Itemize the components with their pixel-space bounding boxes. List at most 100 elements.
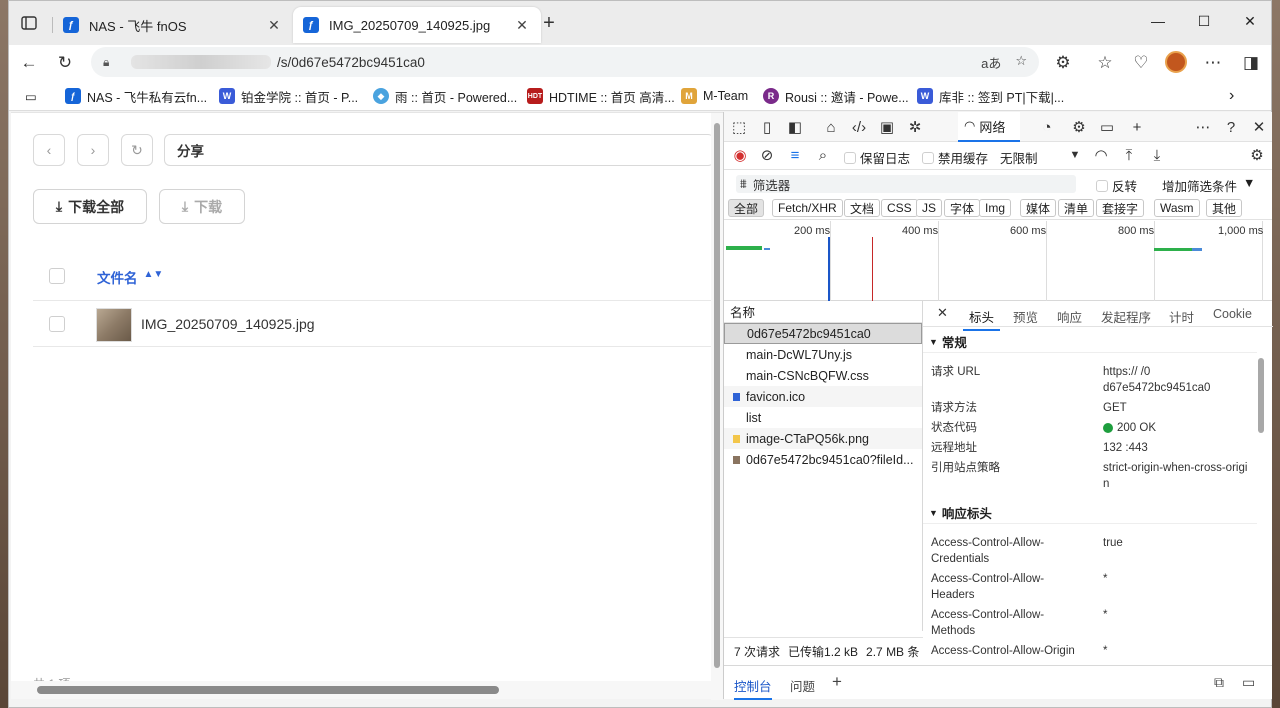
row-checkbox[interactable] <box>49 316 65 332</box>
maximize-icon[interactable]: ☐ <box>1181 7 1227 35</box>
close-devtools-icon[interactable]: ✕ <box>1248 117 1270 137</box>
console-icon[interactable]: ▣ <box>876 117 898 137</box>
tab-timing[interactable]: 计时 <box>1169 307 1194 326</box>
tab-actions-icon[interactable] <box>17 11 41 35</box>
bookmark-platinum[interactable]: W 铂金学院 :: 首页 - P... <box>219 86 358 106</box>
invert-checkbox[interactable] <box>1096 179 1108 192</box>
request-row[interactable]: 0d67e5472bc9451ca0 <box>724 323 922 344</box>
refresh-button[interactable]: ↻ <box>121 134 153 166</box>
type-filter-chip[interactable]: 媒体 <box>1020 199 1057 217</box>
throttle-select[interactable]: 无限制 <box>1000 148 1038 167</box>
add-tool-icon[interactable]: + <box>1126 117 1148 137</box>
favorite-star-icon[interactable]: ☆ <box>1015 53 1027 72</box>
bookmark-hdtime[interactable]: HDT HDTIME :: 首页 高清... <box>527 86 675 106</box>
lock-icon[interactable]: 🔒︎ <box>103 55 123 70</box>
read-aloud-icon[interactable]: aあ <box>981 53 1001 72</box>
page-horizontal-scrollbar[interactable] <box>11 681 711 699</box>
more-menu-icon[interactable]: ⋯ <box>1199 49 1227 77</box>
type-filter-chip[interactable]: 文档 <box>844 199 881 217</box>
new-tab-icon[interactable]: + <box>537 11 561 35</box>
dock-icon[interactable]: ◧ <box>784 117 806 137</box>
tab-preview[interactable]: 预览 <box>1013 307 1038 326</box>
tab-nas[interactable]: ƒ NAS - 飞牛 fnOS ✕ <box>53 7 293 43</box>
filename-column-header[interactable]: 文件名 ▲▼ <box>97 267 163 287</box>
network-conditions-icon[interactable]: ◠ <box>1090 145 1112 165</box>
type-filter-chip[interactable]: Wasm <box>1154 199 1200 217</box>
help-icon[interactable]: ? <box>1220 117 1242 137</box>
bookmark-rousi[interactable]: R Rousi :: 邀请 - Powe... <box>763 86 909 106</box>
tab-cookies[interactable]: Cookie <box>1213 307 1252 321</box>
minimize-icon[interactable]: — <box>1135 7 1181 35</box>
type-filter-chip[interactable]: 字体 <box>944 199 981 217</box>
add-drawer-tab-icon[interactable]: + <box>832 672 842 692</box>
tab-initiator[interactable]: 发起程序 <box>1101 307 1151 326</box>
bookmark-mteam[interactable]: M M-Team <box>681 86 748 106</box>
download-button[interactable]: ⤓ 下载 <box>159 189 245 224</box>
tab-headers[interactable]: 标头 <box>963 307 1001 331</box>
elements-icon[interactable]: ‹/› <box>848 117 870 137</box>
bookmarks-overflow-icon[interactable]: › <box>1229 86 1234 106</box>
preserve-log-checkbox[interactable] <box>844 151 856 164</box>
tab-response[interactable]: 响应 <box>1057 307 1082 326</box>
back-nav-button[interactable]: ‹ <box>33 134 65 166</box>
response-headers-section-header[interactable]: ▼ 响应标头 <box>923 502 1257 524</box>
request-row[interactable]: list <box>724 407 922 428</box>
tab-image[interactable]: ƒ IMG_20250709_140925.jpg ✕ <box>293 7 541 43</box>
type-filter-chip[interactable]: Fetch/XHR <box>772 199 843 217</box>
record-icon[interactable]: ◉ <box>729 145 751 165</box>
performance-icon[interactable]: ◔ <box>1036 117 1058 137</box>
type-filter-chip[interactable]: 其他 <box>1206 199 1243 217</box>
inspect-element-icon[interactable]: ⬚ <box>728 117 750 137</box>
filter-toggle-icon[interactable]: ≡ <box>784 145 806 165</box>
close-detail-icon[interactable]: ✕ <box>937 305 948 321</box>
reload-icon[interactable]: ↻ <box>51 49 79 77</box>
type-filter-chip[interactable]: 清单 <box>1058 199 1095 217</box>
scroll-thumb[interactable] <box>1258 358 1264 433</box>
collapse-drawer-icon[interactable]: ▭ <box>1242 674 1255 691</box>
chevron-down-icon[interactable]: ▼ <box>1064 145 1086 165</box>
close-tab-icon[interactable]: ✕ <box>513 16 531 34</box>
table-row[interactable]: IMG_20250709_140925.jpg <box>33 301 715 347</box>
scroll-thumb[interactable] <box>714 123 720 668</box>
bookmarks-folder-icon[interactable]: ▭ <box>25 86 37 106</box>
detail-scrollbar[interactable] <box>1256 348 1266 658</box>
preserve-log-toggle[interactable]: 保留日志 <box>844 148 910 167</box>
select-all-checkbox[interactable] <box>49 268 65 284</box>
disable-cache-toggle[interactable]: 禁用缓存 <box>922 148 988 167</box>
import-har-icon[interactable]: ⤒ <box>1118 145 1140 165</box>
clear-icon[interactable]: ⊘ <box>756 145 778 165</box>
tab-issues[interactable]: 问题 <box>790 676 815 695</box>
type-filter-chip[interactable]: 套接字 <box>1096 199 1145 217</box>
device-emulation-icon[interactable]: ▯ <box>756 117 778 137</box>
request-row[interactable]: main-CSNcBQFW.css <box>724 365 922 386</box>
more-tools-icon[interactable]: ⋯ <box>1192 117 1214 137</box>
type-filter-chip[interactable]: JS <box>916 199 943 217</box>
search-icon[interactable]: ⌕ <box>812 145 834 165</box>
tab-console[interactable]: 控制台 <box>734 676 772 700</box>
close-window-icon[interactable]: ✕ <box>1227 7 1273 35</box>
sources-bug-icon[interactable]: ✲ <box>904 117 926 137</box>
browser-essentials-icon[interactable]: ♡ <box>1127 49 1155 77</box>
scroll-thumb[interactable] <box>37 686 499 694</box>
invert-toggle[interactable]: 反转 <box>1096 176 1137 195</box>
profile-avatar[interactable] <box>1165 51 1187 73</box>
export-har-icon[interactable]: ⤓ <box>1146 145 1168 165</box>
type-filter-chip[interactable]: Img <box>979 199 1012 217</box>
close-tab-icon[interactable]: ✕ <box>265 16 283 34</box>
bookmark-kufei[interactable]: W 库非 :: 签到 PT|下载|... <box>917 86 1064 106</box>
application-icon[interactable]: ▭ <box>1096 117 1118 137</box>
download-all-button[interactable]: ⤓ 下载全部 <box>33 189 147 224</box>
welcome-home-icon[interactable]: ⌂ <box>820 117 842 137</box>
sidebar-toggle-icon[interactable]: ◨ <box>1237 49 1265 77</box>
request-row[interactable]: main-DcWL7Uny.js <box>724 344 922 365</box>
bookmark-rain[interactable]: ◆ 雨 :: 首页 - Powered... <box>373 86 517 106</box>
general-section-header[interactable]: ▼ 常规 <box>923 331 1257 353</box>
forward-nav-button[interactable]: › <box>77 134 109 166</box>
memory-icon[interactable]: ⚙ <box>1068 117 1090 137</box>
settings-gear-icon[interactable]: ⚙ <box>1246 145 1268 165</box>
filter-input[interactable]: ⩩ 筛选器 <box>736 175 1076 193</box>
page-vertical-scrollbar[interactable] <box>711 113 723 700</box>
bookmark-nas[interactable]: ƒ NAS - 飞牛私有云fn... <box>65 86 207 106</box>
disable-cache-checkbox[interactable] <box>922 151 934 164</box>
extensions-icon[interactable]: ⚙ <box>1049 49 1077 77</box>
